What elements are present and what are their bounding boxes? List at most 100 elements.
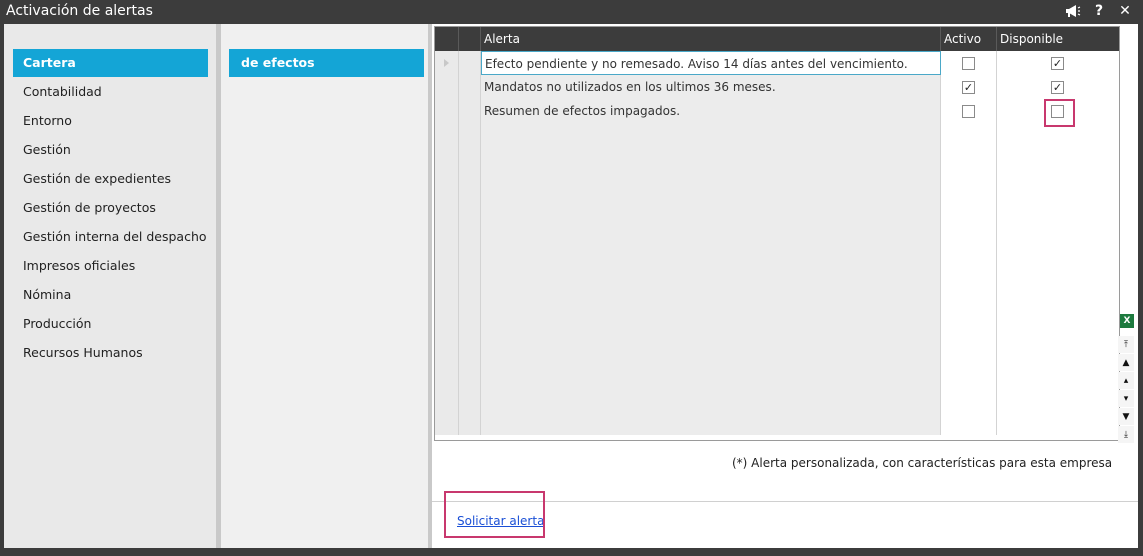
empty-cell — [997, 267, 1119, 291]
category-item[interactable]: Gestión de proyectos — [13, 193, 208, 222]
empty-cell — [997, 171, 1119, 195]
available-checkbox[interactable]: ✓ — [1051, 81, 1064, 94]
available-cell: ✓ — [997, 75, 1119, 99]
category-item[interactable]: Entorno — [13, 106, 208, 135]
empty-cell — [997, 243, 1119, 267]
scroll-bottom-icon[interactable]: ⤓ — [1118, 426, 1134, 443]
header-alerta[interactable]: Alerta — [481, 27, 941, 51]
row-marker — [459, 75, 481, 99]
page-down-icon[interactable]: ▼ — [1118, 408, 1134, 425]
active-checkbox[interactable] — [962, 57, 975, 70]
empty-cell — [435, 387, 459, 411]
panel-divider — [428, 24, 432, 548]
scroll-up-icon[interactable]: ▴ — [1118, 372, 1134, 389]
empty-cell — [481, 171, 941, 195]
table-row-empty — [435, 147, 1119, 171]
empty-cell — [459, 411, 481, 435]
category-item[interactable]: Nómina — [13, 280, 208, 309]
megaphone-icon[interactable] — [1065, 3, 1081, 19]
empty-cell — [435, 147, 459, 171]
empty-cell — [941, 219, 997, 243]
row-indicator[interactable] — [435, 51, 459, 75]
header-indicator-2 — [459, 27, 481, 51]
scroll-down-icon[interactable]: ▾ — [1118, 390, 1134, 407]
category-item[interactable]: Cartera — [13, 49, 208, 77]
empty-cell — [997, 363, 1119, 387]
active-cell — [941, 99, 997, 123]
excel-export-icon[interactable]: X — [1120, 314, 1134, 328]
empty-cell — [941, 339, 997, 363]
empty-cell — [481, 267, 941, 291]
table-row[interactable]: Resumen de efectos impagados. — [435, 99, 1119, 123]
empty-cell — [459, 291, 481, 315]
empty-cell — [459, 387, 481, 411]
empty-cell — [997, 219, 1119, 243]
empty-cell — [941, 267, 997, 291]
empty-cell — [459, 339, 481, 363]
window-title: Activación de alertas — [6, 3, 153, 19]
empty-cell — [997, 411, 1119, 435]
alert-cell[interactable]: Mandatos no utilizados en los ultimos 36… — [481, 75, 941, 99]
close-icon[interactable]: ✕ — [1117, 3, 1133, 19]
table-row-empty — [435, 171, 1119, 195]
category-item[interactable]: Gestión de expedientes — [13, 164, 208, 193]
category-item[interactable]: Gestión interna del despacho — [13, 222, 208, 251]
empty-cell — [435, 363, 459, 387]
table-row[interactable]: Efecto pendiente y no remesado. Aviso 14… — [435, 51, 1119, 75]
empty-cell — [941, 195, 997, 219]
empty-cell — [459, 315, 481, 339]
grid-body: Efecto pendiente y no remesado. Aviso 14… — [435, 51, 1119, 435]
category-item[interactable]: Contabilidad — [13, 77, 208, 106]
empty-cell — [459, 147, 481, 171]
table-row-empty — [435, 243, 1119, 267]
dialog-content: Cartera Contabilidad Entorno Gestión Gestión… — [4, 24, 1138, 548]
empty-cell — [481, 339, 941, 363]
table-row-empty — [435, 339, 1119, 363]
empty-cell — [435, 267, 459, 291]
empty-cell — [941, 315, 997, 339]
empty-cell — [435, 291, 459, 315]
empty-cell — [941, 411, 997, 435]
empty-cell — [481, 411, 941, 435]
empty-cell — [459, 195, 481, 219]
alert-cell[interactable]: Resumen de efectos impagados. — [481, 99, 941, 123]
available-checkbox[interactable] — [1051, 105, 1064, 118]
empty-cell — [459, 363, 481, 387]
empty-cell — [997, 291, 1119, 315]
empty-cell — [941, 171, 997, 195]
available-cell — [997, 99, 1119, 123]
empty-cell — [459, 219, 481, 243]
category-item[interactable]: Impresos oficiales — [13, 251, 208, 280]
active-checkbox[interactable] — [962, 105, 975, 118]
titlebar-icons: ? ✕ — [1065, 3, 1133, 19]
available-checkbox[interactable]: ✓ — [1051, 57, 1064, 70]
empty-cell — [997, 123, 1119, 147]
category-item[interactable]: Gestión — [13, 135, 208, 164]
alert-cell[interactable]: Efecto pendiente y no remesado. Aviso 14… — [481, 51, 941, 75]
table-row-empty — [435, 387, 1119, 411]
subcategory-item-de-efectos[interactable]: de efectos — [229, 49, 424, 77]
custom-alert-footnote: (*) Alerta personalizada, con caracterís… — [732, 456, 1113, 470]
empty-cell — [481, 219, 941, 243]
alerts-grid: Alerta Activo Disponible Efecto pendient… — [434, 26, 1120, 441]
category-item[interactable]: Producción — [13, 309, 208, 338]
request-alert-link[interactable]: Solicitar alerta — [457, 514, 544, 528]
scroll-top-icon[interactable]: ⤒ — [1118, 336, 1134, 353]
category-list: Cartera Contabilidad Entorno Gestión Gestión… — [13, 49, 208, 367]
help-icon[interactable]: ? — [1091, 3, 1107, 19]
table-row[interactable]: Mandatos no utilizados en los ultimos 36… — [435, 75, 1119, 99]
empty-cell — [481, 387, 941, 411]
empty-cell — [941, 123, 997, 147]
active-checkbox[interactable]: ✓ — [962, 81, 975, 94]
empty-cell — [997, 339, 1119, 363]
empty-cell — [435, 411, 459, 435]
row-indicator[interactable] — [435, 99, 459, 123]
current-row-icon — [444, 59, 449, 67]
header-activo[interactable]: Activo — [941, 27, 997, 51]
page-up-icon[interactable]: ▲ — [1118, 354, 1134, 371]
row-marker — [459, 51, 481, 75]
category-item[interactable]: Recursos Humanos — [13, 338, 208, 367]
empty-cell — [435, 339, 459, 363]
row-indicator[interactable] — [435, 75, 459, 99]
header-disponible[interactable]: Disponible — [997, 27, 1119, 51]
